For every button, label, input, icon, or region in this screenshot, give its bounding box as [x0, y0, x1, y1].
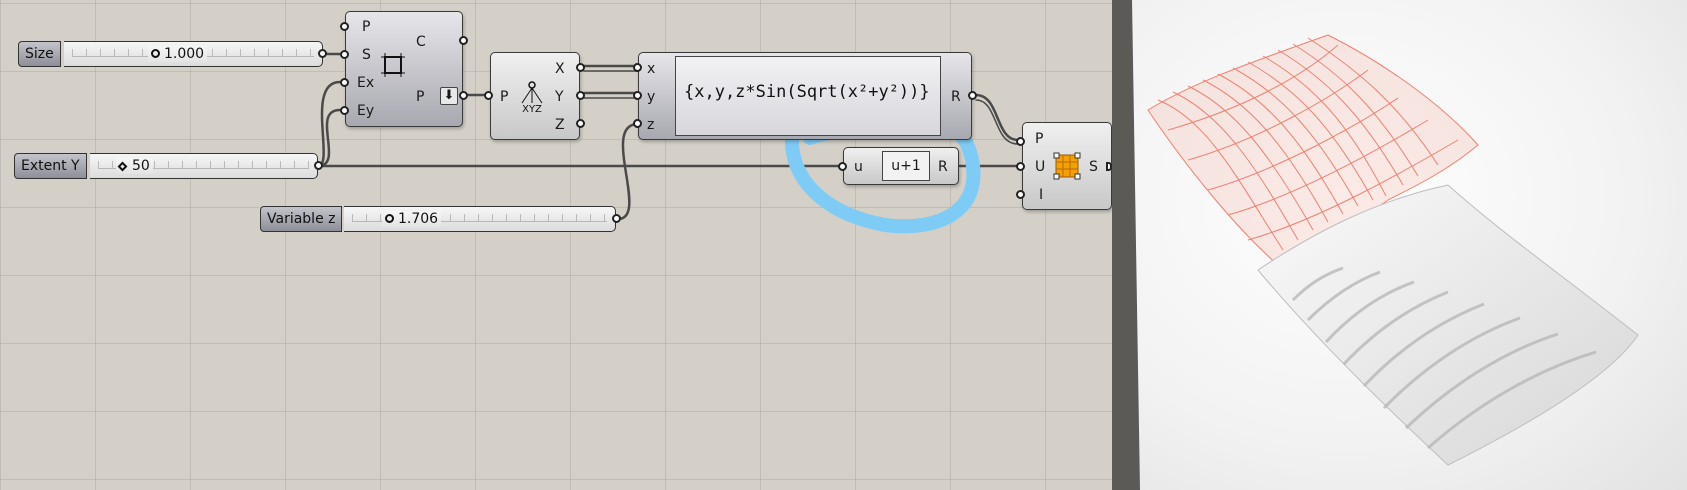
surf-grip-p-in[interactable]	[1016, 137, 1025, 146]
decon-grip-z-out[interactable]	[576, 119, 585, 128]
rect-output-c[interactable]: C	[416, 34, 426, 50]
size-slider-label: Size	[18, 41, 61, 67]
svg-text:XYZ: XYZ	[522, 104, 542, 115]
extent-y-slider[interactable]: Extent Y 50	[14, 153, 323, 179]
wire-varz-to-z	[616, 122, 640, 221]
decon-output-x[interactable]: X	[555, 61, 565, 77]
rect-grip-s-in[interactable]	[340, 50, 349, 59]
surf-input-p[interactable]: P	[1035, 131, 1043, 147]
decon-output-z[interactable]: Z	[555, 117, 565, 133]
rect-input-s[interactable]: S	[362, 47, 371, 63]
increment-grip-u-in[interactable]	[838, 162, 847, 171]
decon-input-p[interactable]: P	[500, 89, 508, 105]
size-slider-value-wrap[interactable]: 1.000	[148, 46, 208, 62]
size-slider-value: 1.000	[164, 46, 205, 62]
slider-knob-icon[interactable]	[385, 214, 394, 223]
surf-input-u[interactable]: U	[1035, 159, 1045, 175]
expr-grip-z-in[interactable]	[633, 119, 642, 128]
decon-grip-p-in[interactable]	[484, 91, 493, 100]
extent-y-slider-value: 50	[132, 158, 150, 174]
rect-grip-c-out[interactable]	[459, 36, 468, 45]
extent-y-slider-output-grip[interactable]	[314, 161, 323, 170]
expr-input-y[interactable]: y	[647, 89, 655, 105]
deconstruct-point-icon: XYZ	[521, 81, 543, 115]
variable-z-slider-label: Variable z	[260, 206, 343, 232]
rect-output-p[interactable]: P	[416, 89, 424, 105]
surf-grip-i-in[interactable]	[1016, 190, 1025, 199]
variable-z-slider-track[interactable]: 1.706	[344, 206, 616, 232]
increment-component[interactable]: u u+1 R	[843, 147, 959, 185]
surface-from-points-component[interactable]: P U I S	[1022, 122, 1112, 210]
rect-input-ey[interactable]: Ey	[357, 103, 374, 119]
variable-z-slider-value: 1.706	[398, 211, 439, 227]
increment-input-u[interactable]: u	[854, 159, 863, 175]
expr-output-r[interactable]: R	[951, 89, 961, 105]
rect-grip-ey-in[interactable]	[340, 106, 349, 115]
grasshopper-canvas[interactable]: Size 1.000 Extent Y 50 Variable z 1.706	[0, 0, 1112, 490]
extent-y-slider-track[interactable]: 50	[90, 153, 318, 179]
expr-input-z[interactable]: z	[647, 117, 654, 133]
rect-grip-p-out[interactable]	[459, 91, 468, 100]
expr-grip-x-in[interactable]	[633, 63, 642, 72]
surface-from-points-icon	[1053, 152, 1081, 180]
rect-input-ex[interactable]: Ex	[357, 75, 374, 91]
rectangle-icon	[381, 53, 405, 77]
slider-knob-icon[interactable]	[117, 161, 128, 172]
size-slider[interactable]: Size 1.000	[18, 41, 327, 67]
expr-grip-r-out[interactable]	[968, 91, 977, 100]
rhino-viewport[interactable]	[1118, 0, 1687, 490]
expression-text[interactable]: {x,y,z*Sin(Sqrt(x²+y²))}	[675, 56, 941, 136]
surf-grip-u-in[interactable]	[1016, 162, 1025, 171]
slider-knob-icon[interactable]	[151, 49, 160, 58]
decon-grip-x-out[interactable]	[576, 63, 585, 72]
rect-grip-p-in[interactable]	[340, 22, 349, 31]
increment-output-r[interactable]: R	[938, 159, 948, 175]
size-slider-track[interactable]: 1.000	[64, 41, 323, 67]
variable-z-slider-value-wrap[interactable]: 1.706	[382, 211, 442, 227]
rectangle-component[interactable]: P S Ex Ey C P ⬇	[345, 11, 463, 127]
deconstruct-point-component[interactable]: P X Y Z XYZ	[490, 52, 580, 140]
surf-input-i[interactable]: I	[1039, 187, 1043, 203]
increment-expression-text[interactable]: u+1	[882, 151, 930, 181]
decon-grip-y-out[interactable]	[576, 91, 585, 100]
surf-output-s[interactable]: S	[1089, 159, 1098, 175]
expression-component[interactable]: x y z {x,y,z*Sin(Sqrt(x²+y²))} R	[638, 52, 972, 140]
size-slider-output-grip[interactable]	[318, 49, 327, 58]
variable-z-slider-output-grip[interactable]	[612, 214, 621, 223]
rect-input-p[interactable]: P	[362, 19, 370, 35]
extent-y-slider-label: Extent Y	[14, 153, 87, 179]
expr-input-x[interactable]: x	[647, 61, 655, 77]
viewport-render	[1118, 0, 1639, 490]
rect-grip-ex-in[interactable]	[340, 78, 349, 87]
parameter-output-arrow-icon[interactable]: ⬇	[440, 87, 458, 105]
variable-z-slider[interactable]: Variable z 1.706	[260, 206, 621, 232]
viewport-frame-edge	[1118, 0, 1140, 490]
expr-grip-y-in[interactable]	[633, 91, 642, 100]
extent-y-slider-value-wrap[interactable]: 50	[116, 158, 153, 174]
decon-output-y[interactable]: Y	[555, 89, 564, 105]
